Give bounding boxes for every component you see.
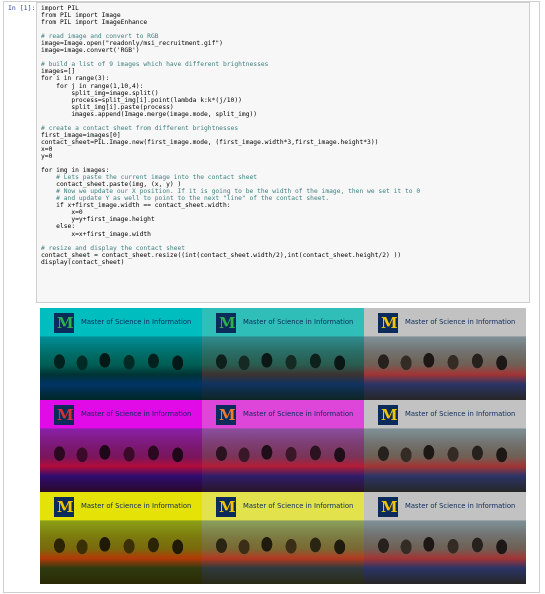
input-prompt: In [1]: xyxy=(8,4,36,12)
code-line: for i in range(3): xyxy=(41,75,110,83)
umich-logo-icon: M xyxy=(54,405,74,425)
umich-logo-icon: M xyxy=(378,405,398,425)
code-line: # and update Y as well to point to the n… xyxy=(41,195,330,203)
contact-sheet-tile: M Master of Science in Information xyxy=(364,400,526,492)
code-line: images=[] xyxy=(41,68,76,76)
code-line: contact_sheet.paste(img, (x, y) ) xyxy=(41,181,182,189)
umich-logo-icon: M xyxy=(216,313,236,333)
tile-caption: Master of Science in Information xyxy=(405,502,516,510)
umich-logo-icon: M xyxy=(216,497,236,517)
code-line: # resize and display the contact sheet xyxy=(41,244,186,252)
contact-sheet-tile: M Master of Science in Information xyxy=(202,308,364,400)
code-line: from PIL import Image xyxy=(41,12,121,20)
logo-letter: M xyxy=(219,406,236,424)
notebook-cell: In [1]: import PIL from PIL import Image f… xyxy=(0,0,545,594)
code-line: for j in range(1,10,4): xyxy=(41,82,144,90)
code-line: x=0 xyxy=(41,145,53,153)
contact-sheet-tile: M Master of Science in Information xyxy=(364,492,526,584)
contact-sheet-tile: M Master of Science in Information xyxy=(364,308,526,400)
tile-caption: Master of Science in Information xyxy=(405,410,516,418)
logo-letter: M xyxy=(219,498,236,516)
code-line: x=0 xyxy=(41,209,83,217)
umich-logo-icon: M xyxy=(378,497,398,517)
logo-letter: M xyxy=(219,314,236,332)
code-editor[interactable]: import PIL from PIL import Image from PIL … xyxy=(36,2,530,303)
code-line: # Now we update our X position. If it is… xyxy=(41,188,421,196)
code-line: if x+first_image.width == contact_sheet.… xyxy=(41,202,231,210)
code-line: split_img=image.split() xyxy=(41,89,159,97)
umich-logo-icon: M xyxy=(54,313,74,333)
umich-logo-icon: M xyxy=(216,405,236,425)
logo-letter: M xyxy=(57,498,74,516)
code-line: from PIL import ImageEnhance xyxy=(41,19,148,27)
umich-logo-icon: M xyxy=(54,497,74,517)
tile-caption: Master of Science in Information xyxy=(405,318,516,326)
code-line: images.append(Image.merge(image.mode, sp… xyxy=(41,110,258,118)
code-line: image=image.convert('RGB') xyxy=(41,47,140,55)
code-line: split_img[i].paste(process) xyxy=(41,103,174,111)
code-line: y=0 xyxy=(41,152,53,160)
logo-letter: M xyxy=(381,314,398,332)
contact-sheet-tile: M Master of Science in Information xyxy=(202,400,364,492)
code-line: # build a list of 9 images which have di… xyxy=(41,61,269,69)
code-line: x=x+first_image.width xyxy=(41,230,151,238)
contact-sheet-tile: M Master of Science in Information xyxy=(40,492,202,584)
code-line: # create a contact sheet from different … xyxy=(41,124,239,132)
umich-logo-icon: M xyxy=(378,313,398,333)
code-line: else: xyxy=(41,223,76,231)
logo-letter: M xyxy=(381,498,398,516)
logo-letter: M xyxy=(381,406,398,424)
tile-caption: Master of Science in Information xyxy=(81,502,192,510)
tile-caption: Master of Science in Information xyxy=(81,318,192,326)
logo-letter: M xyxy=(57,406,74,424)
tile-caption: Master of Science in Information xyxy=(81,410,192,418)
code-line: # Lets paste the current image into the … xyxy=(41,174,258,182)
code-line: contact_sheet=PIL.Image.new(first_image.… xyxy=(41,138,379,146)
contact-sheet-tile: M Master of Science in Information xyxy=(40,400,202,492)
contact-sheet-tile: M Master of Science in Information xyxy=(202,492,364,584)
code-line: first_image=images[0] xyxy=(41,131,121,139)
code-line: for img in images: xyxy=(41,167,110,175)
code-line: y=y+first_image.height xyxy=(41,216,155,224)
contact-sheet-tile: M Master of Science in Information xyxy=(40,308,202,400)
tile-caption: Master of Science in Information xyxy=(243,410,354,418)
logo-letter: M xyxy=(57,314,74,332)
code-line: display(contact_sheet) xyxy=(41,258,125,266)
code-line: process=split_img[i].point(lambda k:k*(j… xyxy=(41,96,242,104)
contact-sheet-image: M Master of Science in Information M Master… xyxy=(40,308,526,584)
code-line: image=Image.open("readonly/msi_recruitme… xyxy=(41,40,223,48)
code-line: contact_sheet = contact_sheet.resize((in… xyxy=(41,251,402,259)
code-line: import PIL xyxy=(41,5,79,12)
tile-caption: Master of Science in Information xyxy=(243,502,354,510)
code-line: # read image and convert to RGB xyxy=(41,33,159,41)
output-area: M Master of Science in Information M Master… xyxy=(36,308,530,586)
tile-caption: Master of Science in Information xyxy=(243,318,354,326)
